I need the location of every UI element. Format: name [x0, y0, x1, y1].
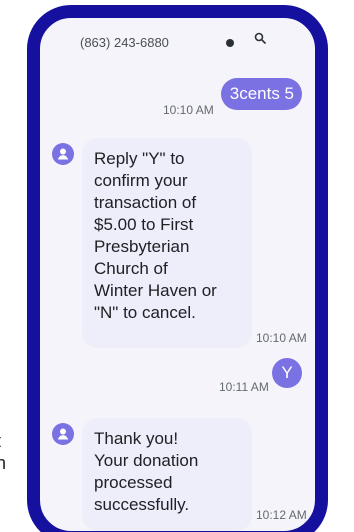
message-timestamp: 10:11 AM — [219, 380, 269, 394]
conversation-header: (863) 243-6880 — [40, 18, 315, 56]
sender-avatar[interactable] — [52, 143, 74, 165]
message-line: "N" to cancel. — [94, 303, 196, 322]
person-icon — [57, 148, 69, 160]
message-line: Church of — [94, 259, 168, 278]
message-line: Thank you! — [94, 429, 179, 448]
message-line: confirm your — [94, 171, 188, 190]
message-timestamp: 10:12 AM — [256, 508, 307, 522]
message-timestamp: 10:10 AM — [163, 103, 214, 117]
message-line: processed — [94, 473, 173, 492]
contact-phone-number: (863) 243-6880 — [80, 35, 169, 50]
message-line: transaction of — [94, 193, 197, 212]
incoming-message-bubble[interactable]: Reply "Y" to confirm your transaction of… — [82, 138, 252, 348]
search-icon[interactable] — [254, 32, 266, 44]
background-text-line-2: n — [0, 453, 7, 473]
outgoing-message-bubble[interactable]: 3cents 5 — [220, 78, 302, 110]
page: t n (863) 243-6880 3cents 5 10:10 AM — [0, 0, 354, 532]
incoming-message-bubble[interactable]: Thank you! Your donation processed succe… — [82, 418, 252, 531]
message-line: Winter Haven or — [94, 281, 217, 300]
message-timestamp: 10:10 AM — [256, 331, 307, 345]
person-icon — [57, 428, 69, 440]
background-text: t n — [0, 430, 6, 474]
sender-avatar[interactable] — [52, 423, 74, 445]
message-line: Reply "Y" to — [94, 149, 185, 168]
phone-frame: (863) 243-6880 3cents 5 10:10 AM Reply "… — [27, 5, 328, 532]
message-line: $5.00 to First — [94, 215, 194, 234]
background-text-line-1: t — [0, 431, 1, 451]
message-line: Your donation — [94, 451, 199, 470]
outgoing-message-bubble[interactable]: Y — [272, 358, 302, 388]
status-dot-icon — [226, 39, 234, 47]
message-line: successfully. — [94, 495, 190, 514]
messages-screen: (863) 243-6880 3cents 5 10:10 AM Reply "… — [40, 18, 315, 531]
message-line: Presbyterian — [94, 237, 190, 256]
